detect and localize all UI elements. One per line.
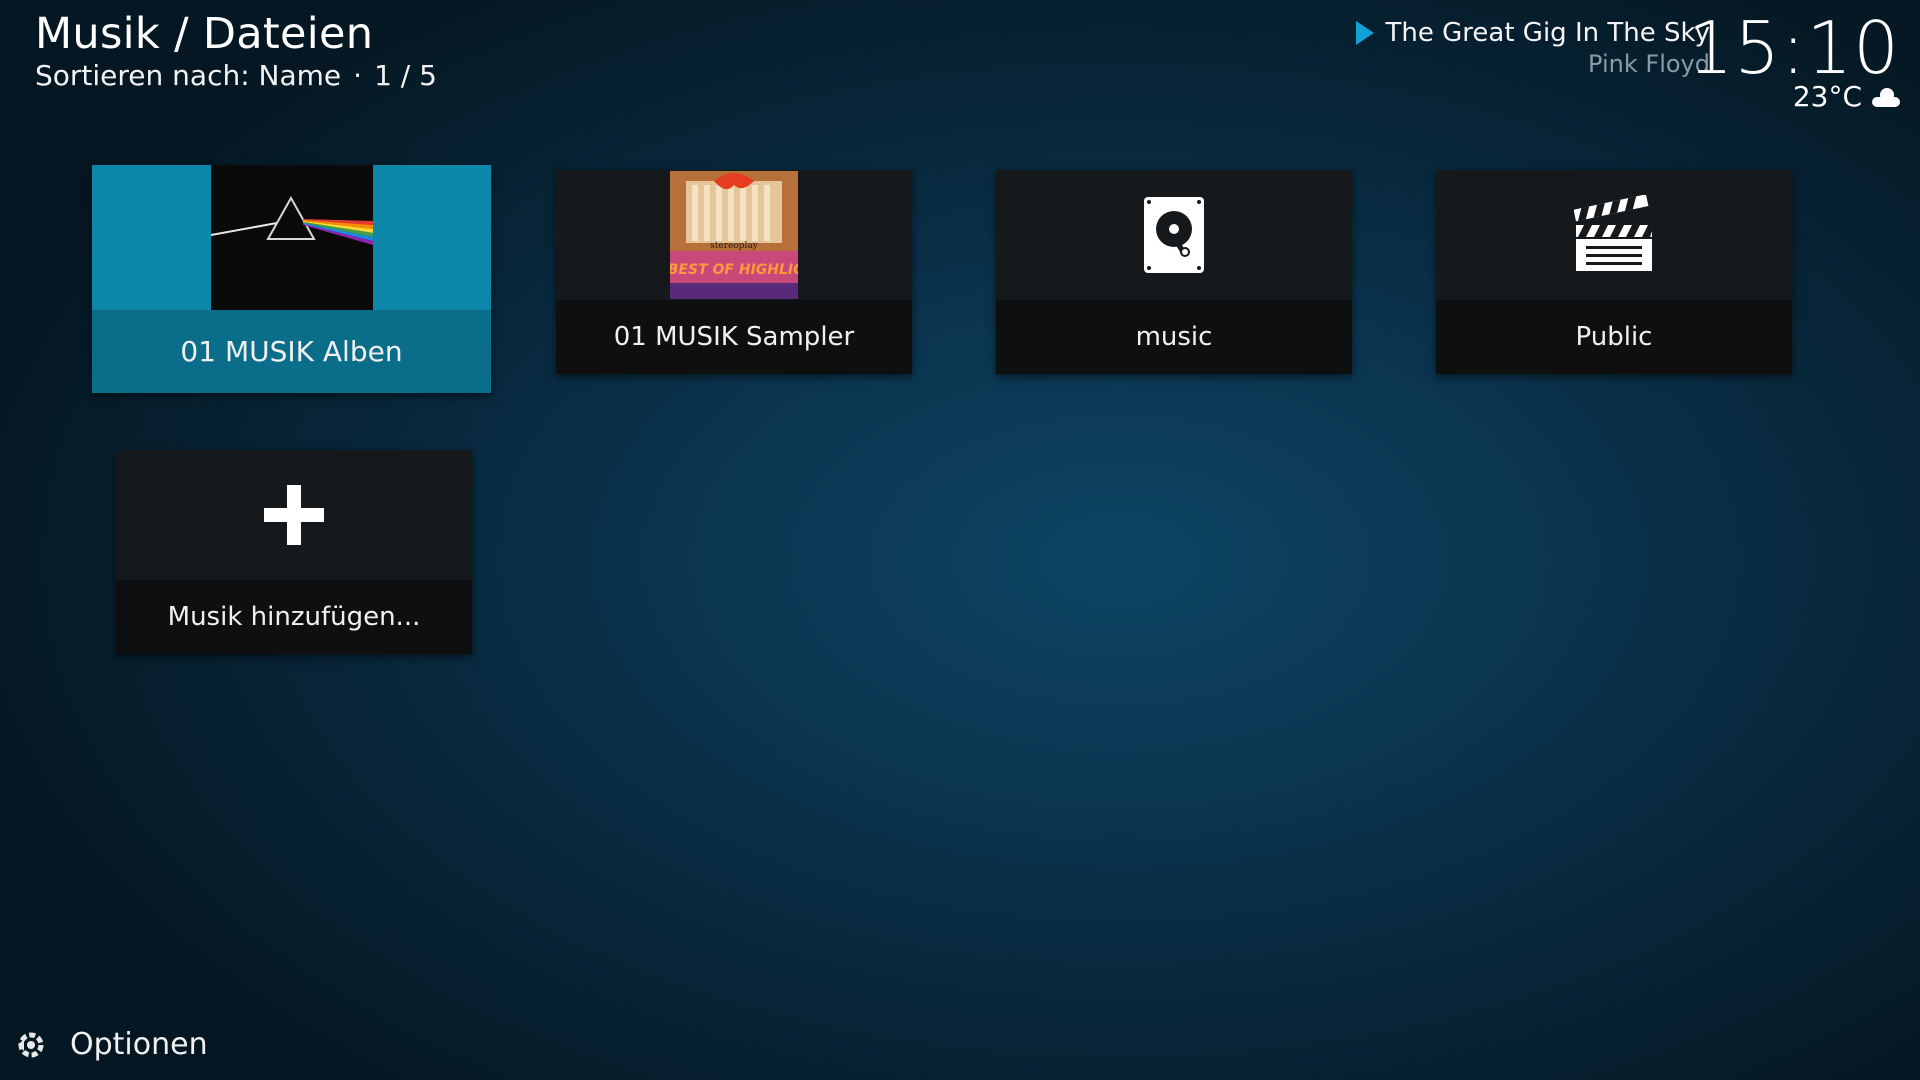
now-playing[interactable]: The Great Gig In The Sky Pink Floyd — [1355, 16, 1710, 78]
options-button[interactable]: Optionen — [14, 1027, 208, 1062]
harddisk-icon — [1144, 197, 1204, 273]
page-header: Musik / Dateien Sortieren nach: Name · 1 /… — [35, 8, 437, 94]
play-icon — [1355, 21, 1374, 45]
item-position: 1 / 5 — [374, 59, 437, 92]
tile-musik-sampler[interactable]: stereoplay THE BEST OF HIGHLIGHTS 01 MUS… — [556, 170, 912, 374]
plus-icon — [264, 485, 324, 545]
clapperboard-icon — [1574, 195, 1652, 271]
clock-time: 15:10 — [1687, 6, 1900, 90]
separator-dot: · — [353, 59, 363, 92]
sort-label: Sortieren nach: Name — [35, 59, 342, 92]
options-gear-icon — [18, 1032, 44, 1057]
tile-label: music — [996, 300, 1352, 374]
cloud-icon — [1872, 88, 1900, 107]
sort-info: Sortieren nach: Name · 1 / 5 — [35, 58, 437, 94]
tile-thumbnail — [1436, 170, 1792, 300]
tile-music[interactable]: music — [996, 170, 1352, 374]
svg-text:stereoplay: stereoplay — [710, 241, 759, 251]
tile-thumbnail — [116, 450, 472, 580]
album-art-best-of-highlights: stereoplay THE BEST OF HIGHLIGHTS — [670, 171, 798, 299]
tile-label: 01 MUSIK Alben — [92, 310, 491, 393]
temperature: 23°C — [1792, 80, 1862, 113]
options-label: Optionen — [70, 1027, 208, 1062]
page-title: Musik / Dateien — [35, 9, 374, 59]
tile-label: 01 MUSIK Sampler — [556, 300, 912, 374]
now-playing-title: The Great Gig In The Sky — [1385, 18, 1710, 48]
tile-thumbnail: stereoplay THE BEST OF HIGHLIGHTS — [556, 170, 912, 300]
tile-label: Public — [1436, 300, 1792, 374]
album-art-dark-side — [210, 165, 373, 310]
tile-public[interactable]: Public — [1436, 170, 1792, 374]
tile-thumbnail — [996, 170, 1352, 300]
now-playing-artist: Pink Floyd — [1588, 50, 1710, 78]
tile-musik-alben[interactable]: 01 MUSIK Alben — [92, 165, 491, 393]
clock-widget: 15:10 23°C — [1687, 6, 1900, 114]
tile-label: Musik hinzufügen... — [116, 580, 472, 654]
sampler-art-text: THE BEST OF HIGHLIGHTS — [670, 262, 798, 278]
tile-add-music[interactable]: Musik hinzufügen... — [116, 450, 472, 654]
tile-thumbnail — [92, 165, 491, 310]
